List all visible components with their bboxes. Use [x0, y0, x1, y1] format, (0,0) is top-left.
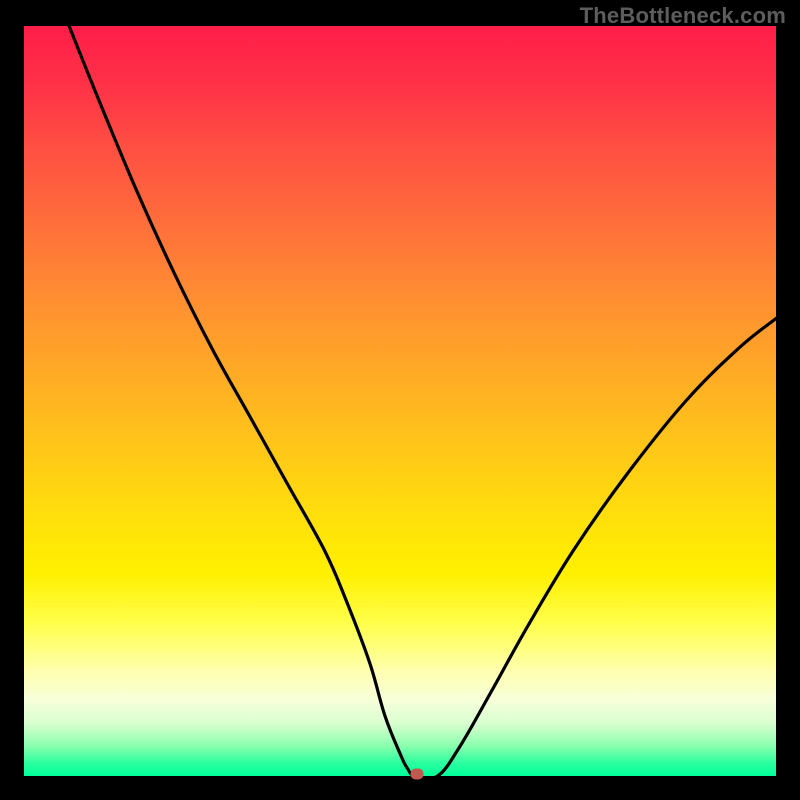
minimum-marker [410, 768, 423, 779]
chart-frame: TheBottleneck.com [0, 0, 800, 800]
curve-svg [24, 26, 776, 776]
bottleneck-curve-path [69, 26, 776, 779]
plot-area [24, 26, 776, 776]
